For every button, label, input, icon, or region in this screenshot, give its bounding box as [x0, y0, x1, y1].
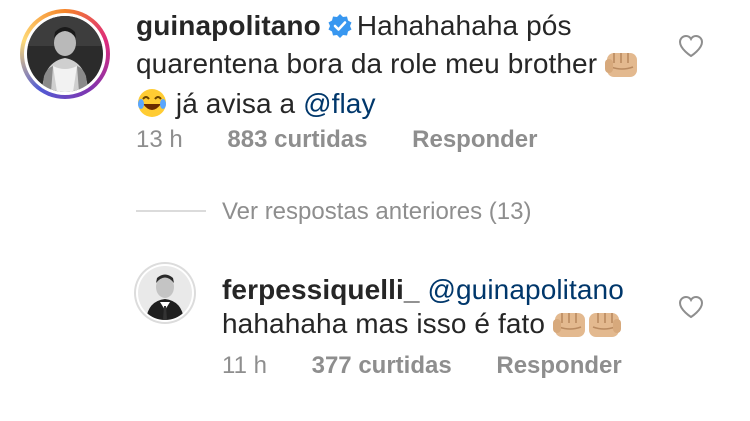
avatar-photo	[138, 266, 192, 320]
comment-text: Hahahahaha pós	[356, 10, 572, 41]
comment-1-meta: 13 h 883 curtidas Responder	[136, 126, 656, 154]
fist-bump-icon	[552, 309, 587, 347]
comment-2-line-1: ferpessiquelli_ @guinapolitano	[222, 273, 662, 307]
fist-bump-icon	[587, 309, 621, 347]
comment-time: 13 h	[136, 126, 183, 153]
comment-2-meta: 11 h 377 curtidas Responder	[222, 352, 702, 380]
comment-1-body: guinapolitano Hahahahaha pós quarentena b…	[136, 9, 656, 127]
comment-text: já avisa a	[175, 88, 304, 119]
comment-username[interactable]: guinapolitano	[136, 10, 321, 41]
replies-divider	[136, 210, 206, 212]
comment-username[interactable]: ferpessiquelli_	[222, 274, 420, 305]
comment-text: quarentena bora da role meu brother	[136, 48, 598, 79]
mention-link[interactable]: @guinapolitano	[427, 274, 623, 305]
reply-button[interactable]: Responder	[412, 126, 537, 153]
mention-link[interactable]: @flay	[303, 88, 376, 119]
view-replies-link[interactable]: Ver respostas anteriores (13)	[222, 198, 531, 226]
comment-1-line-1: guinapolitano Hahahahaha pós	[136, 9, 656, 47]
like-heart-icon[interactable]	[678, 295, 704, 319]
like-heart-icon[interactable]	[678, 34, 704, 58]
likes-count[interactable]: 377 curtidas	[312, 352, 452, 379]
likes-count[interactable]: 883 curtidas	[227, 126, 367, 153]
avatar[interactable]	[134, 262, 196, 324]
comment-2-line-2: hahahaha mas isso é fato	[222, 307, 662, 347]
comment-1-line-2: quarentena bora da role meu brother	[136, 47, 656, 87]
comment-time: 11 h	[222, 352, 267, 379]
comment-2-body: ferpessiquelli_ @guinapolitano hahahaha …	[222, 273, 662, 347]
laughing-face-icon	[136, 87, 168, 127]
fist-bump-icon	[605, 49, 639, 87]
comment-1-line-3: já avisa a @flay	[136, 87, 656, 127]
reply-button[interactable]: Responder	[496, 352, 621, 379]
verified-badge-icon	[327, 13, 353, 47]
avatar-photo	[27, 16, 103, 92]
comment-text: hahahaha mas isso é fato	[222, 308, 546, 339]
avatar[interactable]	[20, 9, 110, 99]
